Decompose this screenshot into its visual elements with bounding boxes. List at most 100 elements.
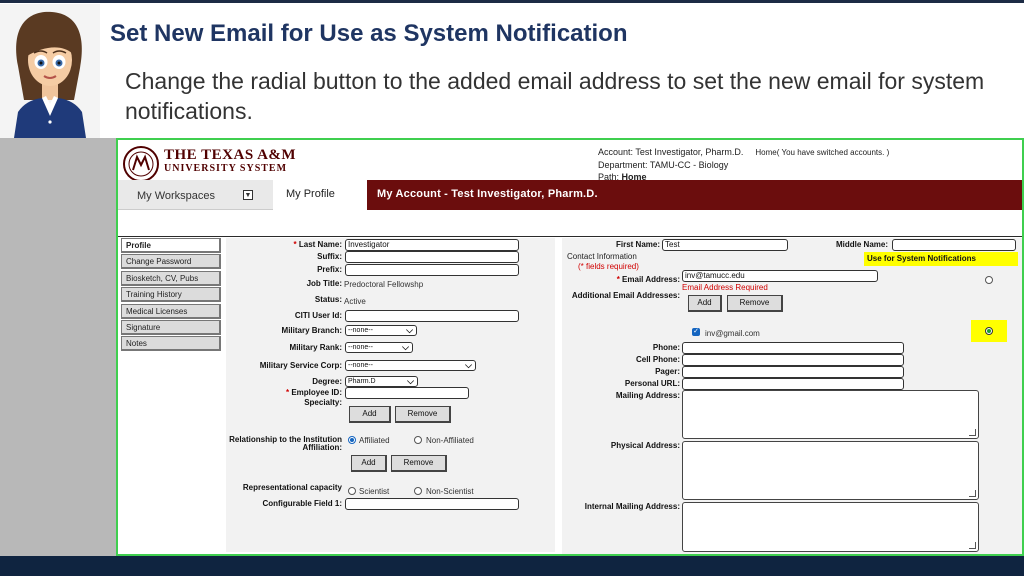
contact-information-label: Contact Information (567, 252, 637, 261)
my-profile-tab[interactable]: My Profile (275, 180, 367, 210)
added-email-notification-radio[interactable] (985, 327, 993, 335)
phone-input[interactable] (682, 342, 904, 354)
military-service-corp-select[interactable]: --none-- ⌵ (345, 360, 476, 371)
side-item-profile[interactable]: Profile (121, 238, 221, 253)
job-title-value: Predoctoral Fellowshp (344, 280, 424, 289)
fields-required-note: (* fields required) (578, 262, 639, 271)
citi-user-id-input[interactable] (345, 310, 519, 322)
added-email-value: inv@gmail.com (705, 329, 760, 338)
contact-section: First Name: Test Middle Name: Contact In… (562, 238, 1022, 554)
suffix-input[interactable] (345, 251, 519, 263)
slide-title: Set New Email for Use as System Notifica… (110, 20, 628, 47)
app-screenshot: THE TEXAS A&M UNIVERSITY SYSTEM Account:… (116, 138, 1024, 556)
physical-address-label: Physical Address: (610, 441, 680, 450)
first-name-label: First Name: (615, 240, 660, 249)
military-branch-label: Military Branch: (281, 326, 342, 335)
left-gray-panel (0, 138, 118, 556)
tamu-logo: THE TEXAS A&M UNIVERSITY SYSTEM (164, 148, 296, 175)
side-item-training-history[interactable]: Training History (121, 287, 221, 303)
military-rank-select[interactable]: --none-- ⌵ (345, 342, 413, 353)
non-scientist-radio[interactable] (414, 487, 422, 495)
department-line: Department: TAMU-CC - Biology (598, 160, 729, 170)
personal-url-input[interactable] (682, 378, 904, 390)
configurable-field-input[interactable] (345, 498, 519, 510)
presenter-avatar-icon (14, 11, 86, 138)
home-switched-link[interactable]: Home( You have switched accounts. ) (755, 148, 889, 157)
email-address-input[interactable]: inv@tamucc.edu (682, 270, 878, 282)
phone-label: Phone: (652, 343, 680, 352)
profile-form: * Last Name: Investigator Suffix: Prefix… (226, 238, 555, 552)
additional-email-label: Additional Email Addresses: (571, 291, 680, 300)
degree-label: Degree: (312, 377, 342, 386)
middle-name-label: Middle Name: (835, 240, 888, 249)
account-title-bar: My Account - Test Investigator, Pharm.D. (367, 180, 1022, 210)
pager-label: Pager: (655, 367, 680, 376)
side-item-notes[interactable]: Notes (121, 336, 221, 352)
chevron-down-icon: ⌵ (406, 325, 413, 335)
additional-email-remove-button[interactable]: Remove (727, 295, 783, 312)
side-item-change-password[interactable]: Change Password (121, 254, 221, 270)
non-scientist-label: Non-Scientist (426, 487, 474, 496)
citi-user-id-label: CITI User Id: (294, 311, 342, 320)
affiliated-label: Affiliated (359, 436, 390, 445)
my-workspaces-label: My Workspaces (137, 190, 216, 202)
last-name-input[interactable]: Investigator (345, 239, 519, 251)
first-name-input[interactable]: Test (662, 239, 788, 251)
degree-select[interactable]: Pharm.D ⌵ (345, 376, 418, 387)
workspaces-dropdown-icon[interactable]: ▼ (243, 190, 253, 200)
personal-url-label: Personal URL: (624, 379, 680, 388)
my-workspaces-tab[interactable]: My Workspaces ▼ (118, 180, 273, 210)
profile-side-menu: Profile Change Password Biosketch, CV, P… (121, 238, 221, 353)
scientist-radio[interactable] (348, 487, 356, 495)
military-service-corp-label: Military Service Corp: (259, 361, 342, 370)
presenter-avatar (0, 4, 100, 138)
affiliated-radio[interactable] (348, 436, 356, 444)
specialty-remove-button[interactable]: Remove (395, 406, 451, 423)
email-required-error: Email Address Required (682, 283, 768, 292)
side-item-biosketch[interactable]: Biosketch, CV, Pubs (121, 270, 221, 286)
account-line: Account: Test Investigator, Pharm.D. (598, 147, 744, 157)
non-affiliated-label: Non-Affiliated (426, 436, 474, 445)
job-title-label: Job Title: (306, 279, 342, 288)
logo-line-2: UNIVERSITY SYSTEM (164, 163, 288, 174)
header-divider (118, 236, 1022, 237)
side-item-signature[interactable]: Signature (121, 319, 221, 335)
chevron-down-icon: ⌵ (402, 342, 409, 352)
added-email-checkbox[interactable]: ✓ (692, 328, 700, 336)
status-value: Active (344, 297, 366, 306)
prefix-input[interactable] (345, 264, 519, 276)
non-affiliated-radio[interactable] (414, 436, 422, 444)
suffix-label: Suffix: (317, 252, 342, 261)
middle-name-input[interactable] (892, 239, 1016, 251)
mailing-address-textarea[interactable] (682, 390, 979, 439)
military-branch-select[interactable]: --none-- ⌵ (345, 325, 417, 336)
affiliation-remove-button[interactable]: Remove (391, 455, 447, 472)
internal-mailing-address-textarea[interactable] (682, 502, 979, 552)
relationship-label: Relationship to the Institution Affiliat… (229, 435, 342, 452)
representational-capacity-label: Representational capacity (242, 483, 342, 492)
logo-line-1: THE TEXAS A&M (164, 147, 297, 163)
affiliation-add-button[interactable]: Add (351, 455, 387, 472)
prefix-label: Prefix: (317, 265, 342, 274)
cell-phone-input[interactable] (682, 354, 904, 366)
employee-id-input[interactable] (345, 387, 469, 399)
specialty-add-button[interactable]: Add (349, 406, 391, 423)
bottom-bar (0, 556, 1024, 576)
physical-address-textarea[interactable] (682, 441, 979, 500)
last-name-label: * Last Name: (293, 240, 342, 249)
email-address-label: * Email Address: (616, 275, 680, 284)
configurable-field-label: Configurable Field 1: (262, 499, 342, 508)
side-item-medical-licenses[interactable]: Medical Licenses (121, 303, 221, 319)
internal-mailing-address-label: Internal Mailing Address: (584, 502, 680, 511)
pager-input[interactable] (682, 366, 904, 378)
tamu-seal-icon (123, 146, 159, 182)
chevron-down-icon: ⌵ (407, 376, 414, 386)
status-label: Status: (314, 295, 342, 304)
primary-email-notification-radio[interactable] (985, 276, 993, 284)
scientist-label: Scientist (359, 487, 390, 496)
chevron-down-icon: ⌵ (465, 360, 472, 370)
cell-phone-label: Cell Phone: (635, 355, 680, 364)
additional-email-add-button[interactable]: Add (688, 295, 722, 312)
slide-description: Change the radial button to the added em… (125, 68, 985, 124)
account-info: Account: Test Investigator, Pharm.D. Home… (598, 146, 889, 183)
